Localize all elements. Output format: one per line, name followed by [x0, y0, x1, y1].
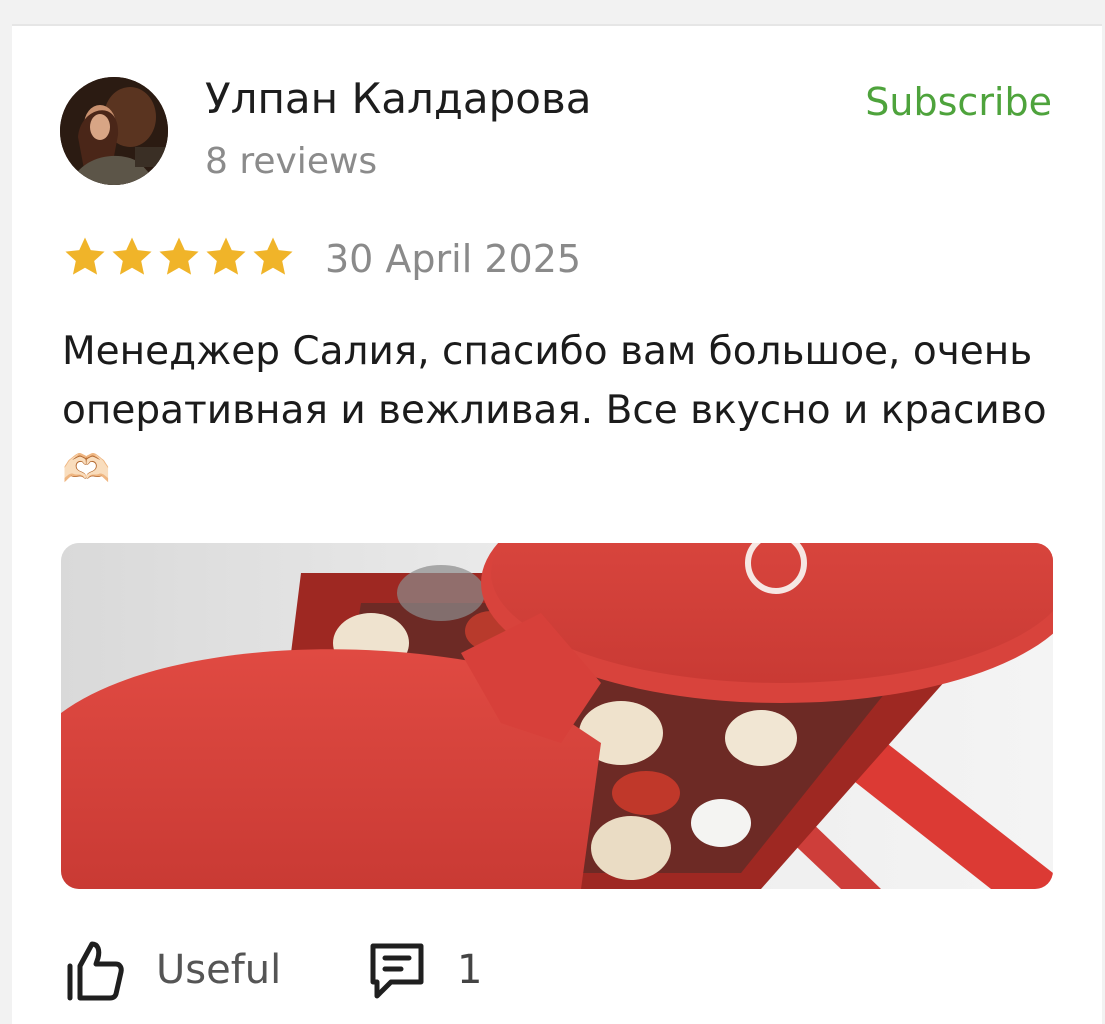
divider [12, 24, 1102, 26]
star-icon [206, 237, 246, 275]
author-name[interactable]: Улпан Калдарова [205, 72, 591, 126]
review-date: 30 April 2025 [325, 237, 582, 281]
comment-icon [370, 943, 424, 999]
star-icon [112, 237, 152, 275]
avatar-photo [60, 77, 168, 185]
comments-button[interactable]: 1 [367, 935, 482, 1005]
star-icon [159, 237, 199, 275]
useful-button[interactable]: Useful [62, 935, 281, 1005]
review-photo[interactable] [61, 543, 1053, 889]
star-icon [253, 237, 293, 275]
review-count: 8 reviews [205, 141, 378, 182]
avatar[interactable] [60, 77, 168, 185]
review-actions: Useful 1 [62, 935, 762, 1005]
useful-label: Useful [156, 947, 282, 993]
subscribe-button[interactable]: Subscribe [865, 76, 1052, 128]
star-icon [65, 237, 105, 275]
comments-count: 1 [457, 947, 483, 993]
review-photo-image [61, 543, 1053, 889]
review-text: Менеджер Салия, спасибо вам большое, оче… [62, 329, 1047, 492]
star-rating [62, 232, 297, 282]
thumbs-up-icon [67, 941, 124, 1001]
